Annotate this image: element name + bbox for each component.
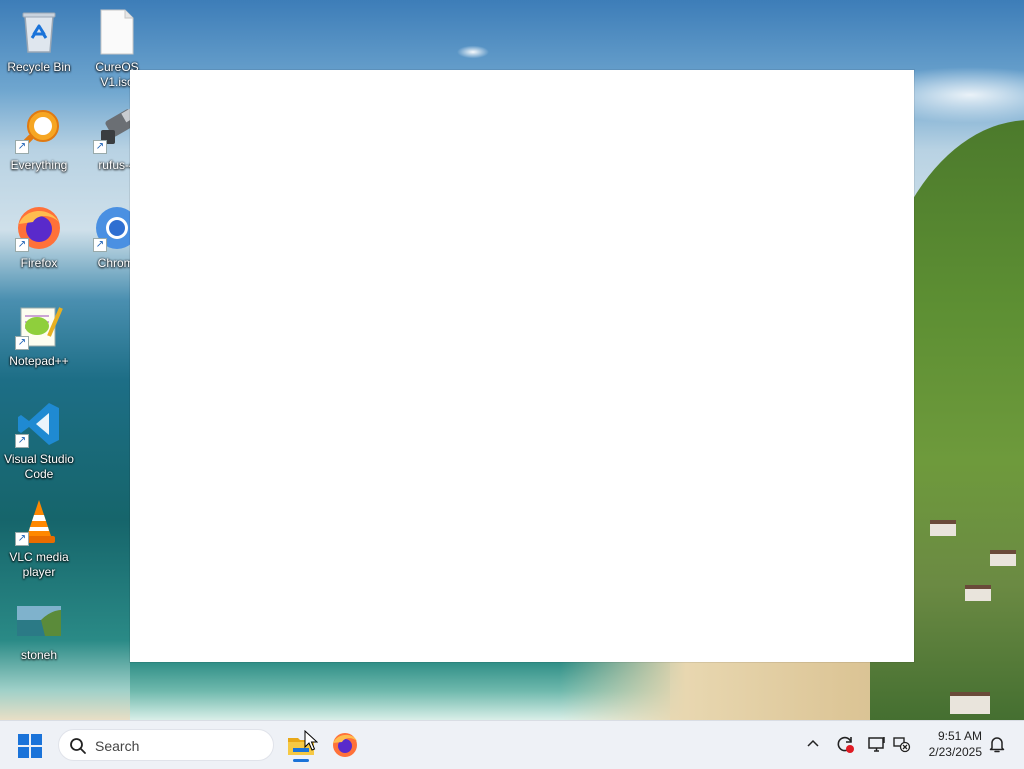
wallpaper-house — [965, 585, 991, 601]
desktop-icon-label: VLC media player — [9, 550, 69, 579]
desktop-icon-notepad-plus-plus[interactable]: ↗ Notepad++ — [0, 302, 78, 369]
desktop-icon-label: Notepad++ — [9, 354, 69, 368]
shortcut-arrow-icon: ↗ — [15, 434, 29, 448]
shortcut-arrow-icon: ↗ — [15, 238, 29, 252]
shortcut-arrow-icon: ↗ — [93, 238, 107, 252]
shortcut-arrow-icon: ↗ — [15, 532, 29, 546]
chevron-up-icon — [807, 739, 819, 747]
taskbar-search-box[interactable]: Search — [58, 729, 274, 761]
firefox-icon: ↗ — [15, 204, 63, 252]
desktop-icon-label: stoneh — [20, 648, 58, 662]
everything-search-icon: ↗ — [15, 106, 63, 154]
active-app-indicator — [293, 759, 309, 762]
blank-window[interactable] — [130, 70, 914, 662]
mouse-cursor-icon — [304, 730, 318, 751]
desktop-icon-label: Everything — [10, 158, 68, 172]
desktop-icon-firefox[interactable]: ↗ Firefox — [0, 204, 78, 271]
network-disconnected-icon — [893, 737, 911, 753]
windows-logo-tile — [31, 747, 42, 758]
vlc-icon: ↗ — [15, 498, 63, 546]
desktop-icon-recycle-bin[interactable]: Recycle Bin — [0, 8, 78, 75]
taskbar: Search 9:51 AM 2/23/2025 — [0, 720, 1024, 769]
desktop-icon-vlc[interactable]: ↗ VLC media player — [0, 498, 78, 580]
recycle-bin-icon — [15, 8, 63, 56]
desktop-icon-label: Visual Studio Code — [4, 452, 74, 481]
shortcut-arrow-icon: ↗ — [15, 140, 29, 154]
taskbar-firefox[interactable] — [329, 729, 361, 761]
start-button[interactable] — [18, 734, 42, 758]
taskbar-clock[interactable]: 9:51 AM 2/23/2025 — [920, 728, 982, 760]
desktop-icon-stoneh[interactable]: stoneh — [0, 596, 78, 663]
show-hidden-icons-button[interactable] — [802, 733, 824, 755]
sync-alert-icon — [837, 736, 854, 753]
desktop-icon-everything[interactable]: ↗ Everything — [0, 106, 78, 173]
network-button[interactable] — [891, 733, 913, 755]
vscode-icon: ↗ — [15, 400, 63, 448]
shortcut-arrow-icon: ↗ — [15, 336, 29, 350]
shortcut-arrow-icon: ↗ — [93, 140, 107, 154]
wallpaper-house — [930, 520, 956, 536]
firefox-icon — [333, 733, 357, 757]
windows-logo-tile — [18, 734, 29, 745]
notepad-plus-plus-icon: ↗ — [15, 302, 63, 350]
image-thumbnail-icon — [15, 596, 63, 644]
desktop-icon-vscode[interactable]: ↗ Visual Studio Code — [0, 400, 78, 482]
notifications-button[interactable] — [986, 733, 1008, 755]
clock-time: 9:51 AM — [937, 729, 982, 743]
search-placeholder: Search — [95, 738, 140, 754]
display-icon — [868, 737, 885, 752]
wallpaper-house — [990, 550, 1016, 566]
clock-date: 2/23/2025 — [928, 745, 982, 759]
search-icon — [70, 738, 86, 754]
iso-file-icon — [93, 8, 141, 56]
windows-logo-tile — [31, 734, 42, 745]
sync-status-button[interactable] — [834, 733, 856, 755]
wallpaper-house — [950, 692, 990, 714]
display-settings-button[interactable] — [866, 733, 888, 755]
bell-icon — [989, 737, 1005, 753]
desktop-icon-label: Recycle Bin — [7, 60, 71, 74]
windows-logo-tile — [18, 747, 29, 758]
desktop-icon-label: Firefox — [20, 256, 58, 270]
